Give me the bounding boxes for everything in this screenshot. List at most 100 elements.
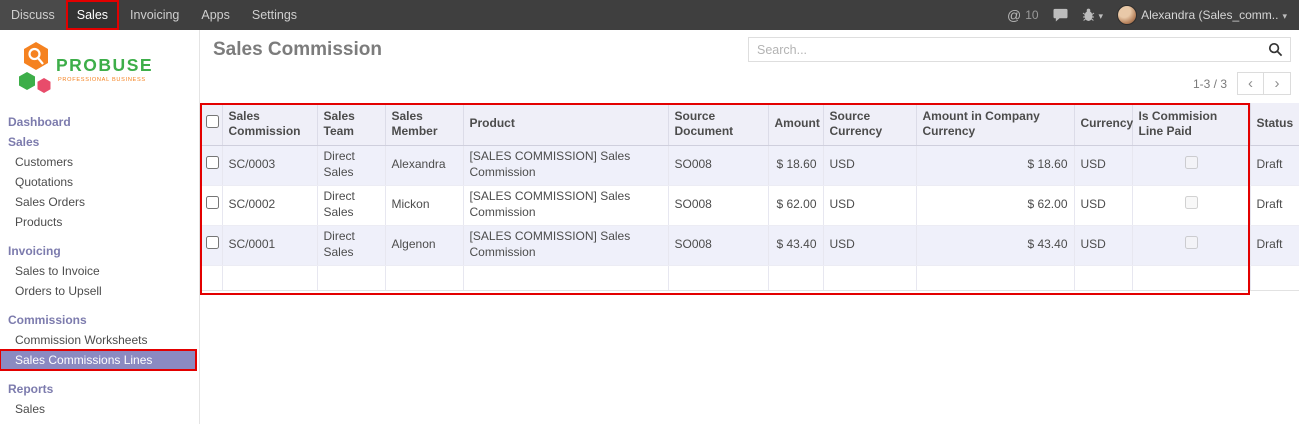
table-filler-row xyxy=(200,265,1299,290)
sidebar-item-sales-orders[interactable]: Sales Orders xyxy=(0,192,199,212)
topbar-menu-settings[interactable]: Settings xyxy=(241,0,308,30)
paid-checkbox xyxy=(1185,156,1198,169)
col-amount[interactable]: Amount xyxy=(768,103,823,145)
sidebar-section-commissions[interactable]: Commissions xyxy=(0,310,199,330)
topbar: Discuss Sales Invoicing Apps Settings 10… xyxy=(0,0,1299,30)
page-title: Sales Commission xyxy=(213,39,382,61)
cell-amount: $ 62.00 xyxy=(768,185,823,225)
select-all-checkbox[interactable] xyxy=(206,115,219,128)
cell-sales-commission: SC/0003 xyxy=(222,145,317,185)
cell-amount: $ 18.60 xyxy=(768,145,823,185)
sidebar-section-sales[interactable]: Sales xyxy=(0,132,199,152)
chat-bubble-icon xyxy=(1053,8,1068,22)
user-label: Alexandra (Sales_comm.. xyxy=(1141,8,1278,22)
col-product[interactable]: Product xyxy=(463,103,668,145)
col-sales-member[interactable]: Sales Member xyxy=(385,103,463,145)
topbar-menu-sales[interactable]: Sales xyxy=(66,0,119,30)
pager-next-button[interactable] xyxy=(1264,72,1291,95)
sidebar-item-reports-sales[interactable]: Sales xyxy=(0,399,199,419)
logo-hexagon-red xyxy=(38,78,51,93)
cell-amount-company: $ 62.00 xyxy=(916,185,1074,225)
cell-source-currency: USD xyxy=(823,225,916,265)
activity-menu[interactable] xyxy=(1082,8,1104,22)
logo-title: PROBUSE xyxy=(56,55,153,75)
cell-amount: $ 43.40 xyxy=(768,225,823,265)
logo-hexagon-green xyxy=(19,72,35,90)
col-status[interactable]: Status xyxy=(1250,103,1299,145)
sidebar-item-quotations[interactable]: Quotations xyxy=(0,172,199,192)
cell-amount-company: $ 18.60 xyxy=(916,145,1074,185)
sidebar-nav: Dashboard Sales Customers Quotations Sal… xyxy=(0,112,199,419)
mention-icon xyxy=(1007,7,1021,23)
col-sales-team[interactable]: Sales Team xyxy=(317,103,385,145)
sidebar-item-orders-to-upsell[interactable]: Orders to Upsell xyxy=(0,281,199,301)
cell-currency: USD xyxy=(1074,225,1132,265)
paid-checkbox xyxy=(1185,236,1198,249)
user-menu[interactable]: Alexandra (Sales_comm.. xyxy=(1117,5,1287,25)
col-currency[interactable]: Currency xyxy=(1074,103,1132,145)
cell-source-document: SO008 xyxy=(668,225,768,265)
col-sales-commission[interactable]: Sales Commission xyxy=(222,103,317,145)
row-select-checkbox[interactable] xyxy=(206,156,219,169)
avatar xyxy=(1117,5,1137,25)
sidebar-section-invoicing[interactable]: Invoicing xyxy=(0,241,199,261)
cell-sales-member: Algenon xyxy=(385,225,463,265)
cell-sales-commission: SC/0002 xyxy=(222,185,317,225)
row-select-checkbox[interactable] xyxy=(206,236,219,249)
cell-currency: USD xyxy=(1074,145,1132,185)
col-is-commission-line-paid[interactable]: Is Commision Line Paid xyxy=(1132,103,1250,145)
mention-count: 10 xyxy=(1025,8,1038,22)
cell-sales-team: Direct Sales xyxy=(317,185,385,225)
bug-icon xyxy=(1082,8,1095,22)
table-row[interactable]: SC/0002 Direct Sales Mickon [SALES COMMI… xyxy=(200,185,1299,225)
cell-sales-team: Direct Sales xyxy=(317,145,385,185)
cell-source-document: SO008 xyxy=(668,145,768,185)
cell-sales-member: Alexandra xyxy=(385,145,463,185)
pager: 1-3 / 3 xyxy=(1193,72,1291,95)
cell-status: Draft xyxy=(1250,225,1299,265)
sidebar: PROBUSE PROFESSIONAL BUSINESS Dashboard … xyxy=(0,30,200,424)
search-button[interactable] xyxy=(1260,38,1290,61)
sidebar-section-reports[interactable]: Reports xyxy=(0,379,199,399)
cell-currency: USD xyxy=(1074,185,1132,225)
commission-table: Sales Commission Sales Team Sales Member… xyxy=(200,103,1299,290)
cell-source-currency: USD xyxy=(823,185,916,225)
col-source-currency[interactable]: Source Currency xyxy=(823,103,916,145)
table-row[interactable]: SC/0003 Direct Sales Alexandra [SALES CO… xyxy=(200,145,1299,185)
topbar-menu-apps[interactable]: Apps xyxy=(190,0,241,30)
cell-amount-company: $ 43.40 xyxy=(916,225,1074,265)
topbar-menu-discuss[interactable]: Discuss xyxy=(0,0,66,30)
pager-range: 1-3 / 3 xyxy=(1193,77,1227,91)
cell-product: [SALES COMMISSION] Sales Commission xyxy=(463,225,668,265)
table-row[interactable]: SC/0001 Direct Sales Algenon [SALES COMM… xyxy=(200,225,1299,265)
search-input[interactable] xyxy=(749,43,1260,57)
sidebar-item-customers[interactable]: Customers xyxy=(0,152,199,172)
cell-source-currency: USD xyxy=(823,145,916,185)
sidebar-item-commission-worksheets[interactable]: Commission Worksheets xyxy=(0,330,199,350)
cell-product: [SALES COMMISSION] Sales Commission xyxy=(463,185,668,225)
search-icon xyxy=(1268,42,1283,57)
sidebar-item-products[interactable]: Products xyxy=(0,212,199,232)
main-content: Sales Commission 1-3 / 3 xyxy=(200,30,1299,424)
sidebar-item-sales-commissions-lines[interactable]: Sales Commissions Lines xyxy=(0,350,196,370)
mentions-menu[interactable]: 10 xyxy=(1007,7,1039,23)
cell-sales-team: Direct Sales xyxy=(317,225,385,265)
cell-sales-commission: SC/0001 xyxy=(222,225,317,265)
col-source-document[interactable]: Source Document xyxy=(668,103,768,145)
paid-checkbox xyxy=(1185,196,1198,209)
topbar-menu-invoicing[interactable]: Invoicing xyxy=(119,0,190,30)
table-header-row: Sales Commission Sales Team Sales Member… xyxy=(200,103,1299,145)
col-amount-company-currency[interactable]: Amount in Company Currency xyxy=(916,103,1074,145)
commission-list-view: Sales Commission Sales Team Sales Member… xyxy=(200,103,1299,291)
messages-menu[interactable] xyxy=(1053,8,1068,22)
chevron-down-icon xyxy=(1282,8,1287,22)
cell-product: [SALES COMMISSION] Sales Commission xyxy=(463,145,668,185)
cell-sales-member: Mickon xyxy=(385,185,463,225)
row-select-checkbox[interactable] xyxy=(206,196,219,209)
cell-source-document: SO008 xyxy=(668,185,768,225)
sidebar-item-dashboard[interactable]: Dashboard xyxy=(0,112,199,132)
search-box xyxy=(748,37,1291,62)
probuse-logo: PROBUSE PROFESSIONAL BUSINESS xyxy=(0,30,199,104)
sidebar-item-sales-to-invoice[interactable]: Sales to Invoice xyxy=(0,261,199,281)
pager-previous-button[interactable] xyxy=(1237,72,1264,95)
